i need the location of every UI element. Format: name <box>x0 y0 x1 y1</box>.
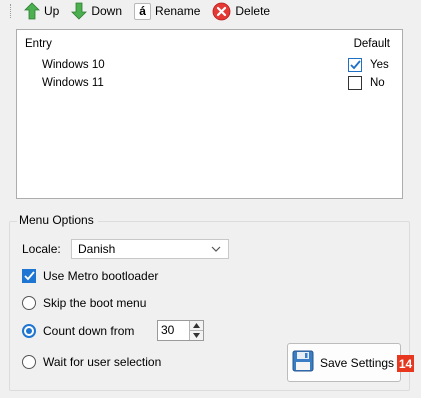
locale-value: Danish <box>78 242 116 256</box>
default-checkbox[interactable] <box>348 58 362 72</box>
toolbar: Up Down á Rename Delete <box>0 0 421 22</box>
floppy-disk-icon <box>292 350 314 375</box>
default-cell: No <box>348 76 385 90</box>
metro-bootloader-checkbox[interactable] <box>22 269 36 283</box>
boot-entries-list[interactable]: Entry Default Windows 10 Yes Windows 11 … <box>16 29 403 199</box>
metro-bootloader-option[interactable]: Use Metro bootloader <box>22 269 158 283</box>
menu-options-title: Menu Options <box>17 213 98 227</box>
skip-boot-menu-radio[interactable] <box>22 296 36 310</box>
stepper-arrows <box>189 321 203 340</box>
step-number-badge: 14 <box>397 355 414 372</box>
rename-button-label: Rename <box>155 4 201 18</box>
save-settings-label: Save Settings <box>320 355 395 370</box>
caret-up-icon <box>193 323 200 328</box>
entry-name: Windows 10 <box>42 59 105 71</box>
countdown-value[interactable]: 30 <box>158 321 189 340</box>
skip-boot-menu-option[interactable]: Skip the boot menu <box>22 296 146 310</box>
chevron-down-icon <box>211 243 221 257</box>
countdown-label: Count down from <box>43 324 135 338</box>
caret-down-icon <box>193 333 200 338</box>
down-arrow-icon <box>71 2 88 20</box>
list-item[interactable]: Windows 10 Yes <box>17 57 402 75</box>
skip-boot-menu-label: Skip the boot menu <box>43 296 147 310</box>
default-checkbox[interactable] <box>348 76 362 90</box>
default-value: Yes <box>370 59 389 71</box>
down-button-label: Down <box>91 4 123 18</box>
default-value: No <box>370 77 385 89</box>
column-header-entry[interactable]: Entry <box>25 38 52 50</box>
countdown-radio[interactable] <box>22 324 36 338</box>
default-cell: Yes <box>348 58 389 72</box>
rename-icon: á <box>134 2 152 20</box>
toolbar-grip[interactable] <box>10 4 13 18</box>
countdown-option[interactable]: Count down from <box>22 324 134 338</box>
locale-select[interactable]: Danish <box>71 239 229 259</box>
wait-user-option[interactable]: Wait for user selection <box>22 355 161 369</box>
up-button-label: Up <box>44 4 60 18</box>
locale-label: Locale: <box>22 242 61 256</box>
delete-button-label: Delete <box>235 4 271 18</box>
wait-user-radio[interactable] <box>22 355 36 369</box>
up-arrow-icon <box>24 2 40 20</box>
down-button[interactable]: Down <box>66 1 127 21</box>
countdown-stepper[interactable]: 30 <box>157 320 204 341</box>
save-settings-button[interactable]: Save Settings <box>287 343 401 382</box>
column-header-default[interactable]: Default <box>354 38 390 50</box>
metro-bootloader-label: Use Metro bootloader <box>43 269 159 283</box>
rename-button[interactable]: á Rename <box>129 1 205 21</box>
list-item[interactable]: Windows 11 No <box>17 75 402 93</box>
entry-name: Windows 11 <box>42 77 104 89</box>
delete-icon <box>212 2 231 21</box>
stepper-down-button[interactable] <box>190 330 203 340</box>
up-button[interactable]: Up <box>19 1 64 21</box>
stepper-up-button[interactable] <box>190 321 203 330</box>
wait-user-label: Wait for user selection <box>43 355 162 369</box>
delete-button[interactable]: Delete <box>207 1 275 21</box>
